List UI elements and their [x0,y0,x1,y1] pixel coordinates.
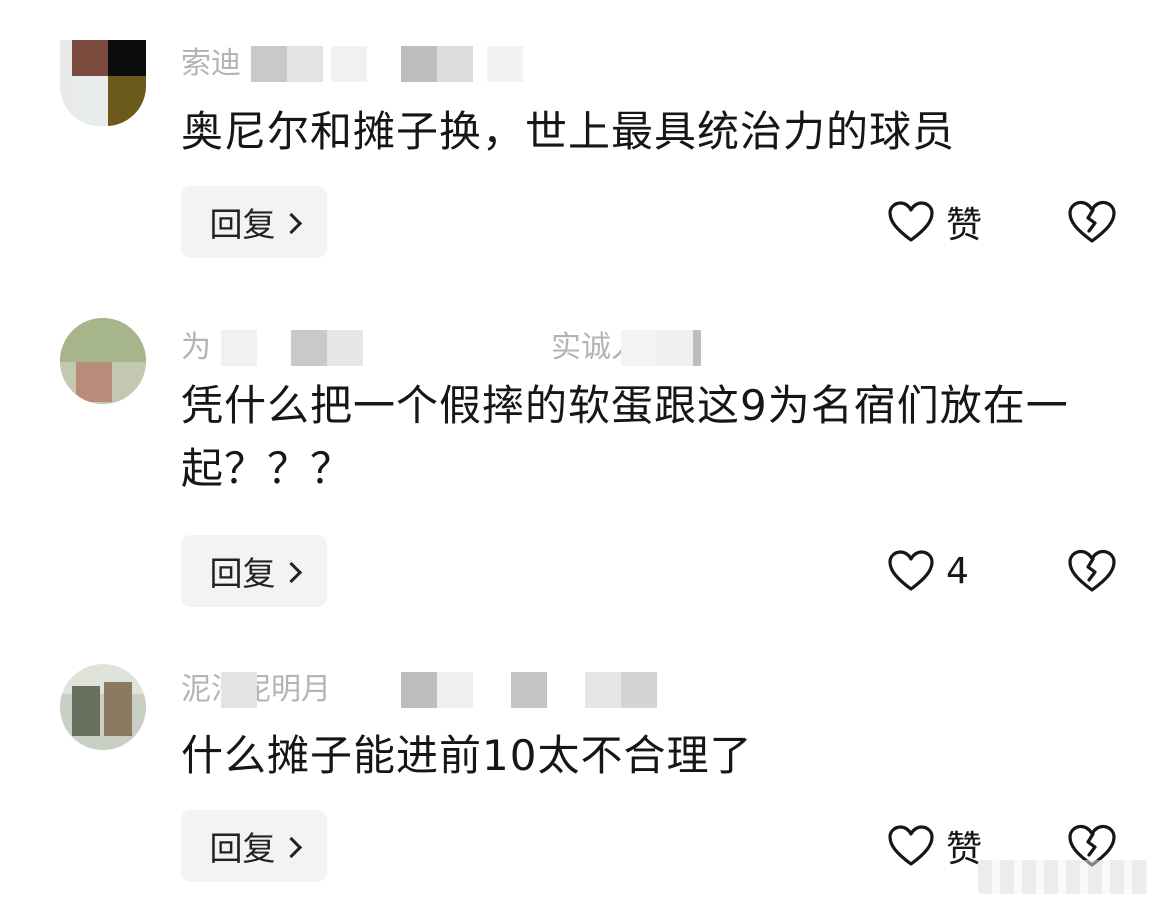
dislike-button[interactable] [1066,186,1118,258]
like-button[interactable]: 赞 [888,186,982,258]
reply-label: 回复 [209,205,276,244]
heart-outline-icon [888,825,934,866]
comment-author-meta[interactable]: 泥泞泥明月 [181,668,701,712]
avatar-image-block [60,318,146,362]
avatar-image-block [72,40,108,76]
dislike-button[interactable] [1066,535,1118,607]
like-count: 4 [946,550,969,592]
comment-text: 奥尼尔和摊子换，世上最具统治力的球员 [181,107,956,156]
author-name: 索迪 [181,46,241,81]
avatar-image-block [104,682,132,736]
avatar-image-block [108,76,146,126]
author-name: 为 [181,330,211,365]
reply-label: 回复 [209,554,276,593]
reply-button[interactable]: 回复 [181,810,327,882]
avatar-image-block [72,76,108,126]
like-button[interactable]: 4 [888,535,969,607]
reply-button[interactable]: 回复 [181,186,327,258]
reply-label: 回复 [209,829,276,868]
broken-heart-icon [1068,200,1116,243]
avatar-image-block [72,686,100,736]
watermark [978,860,1148,894]
comment-text: 凭什么把一个假摔的软蛋跟这9为名宿们放在一起？？？ [181,381,1069,493]
chevron-right-icon [280,561,302,583]
like-count: 赞 [946,205,983,246]
comment-author-meta[interactable]: 为 实诚人 [181,326,701,370]
chevron-right-icon [280,836,302,858]
comment-author-meta[interactable]: 索迪 [181,42,701,86]
avatar-image-block [108,40,146,76]
heart-outline-icon [888,550,934,591]
avatar[interactable] [60,40,146,126]
chevron-right-icon [280,212,302,234]
broken-heart-icon [1068,549,1116,592]
avatar[interactable] [60,318,146,404]
comment-text: 什么摊子能进前10太不合理了 [181,731,753,780]
avatar[interactable] [60,664,146,750]
like-count: 赞 [946,829,983,870]
like-button[interactable]: 赞 [888,810,982,882]
heart-outline-icon [888,201,934,242]
reply-button[interactable]: 回复 [181,535,327,607]
avatar-image-block [76,362,112,402]
